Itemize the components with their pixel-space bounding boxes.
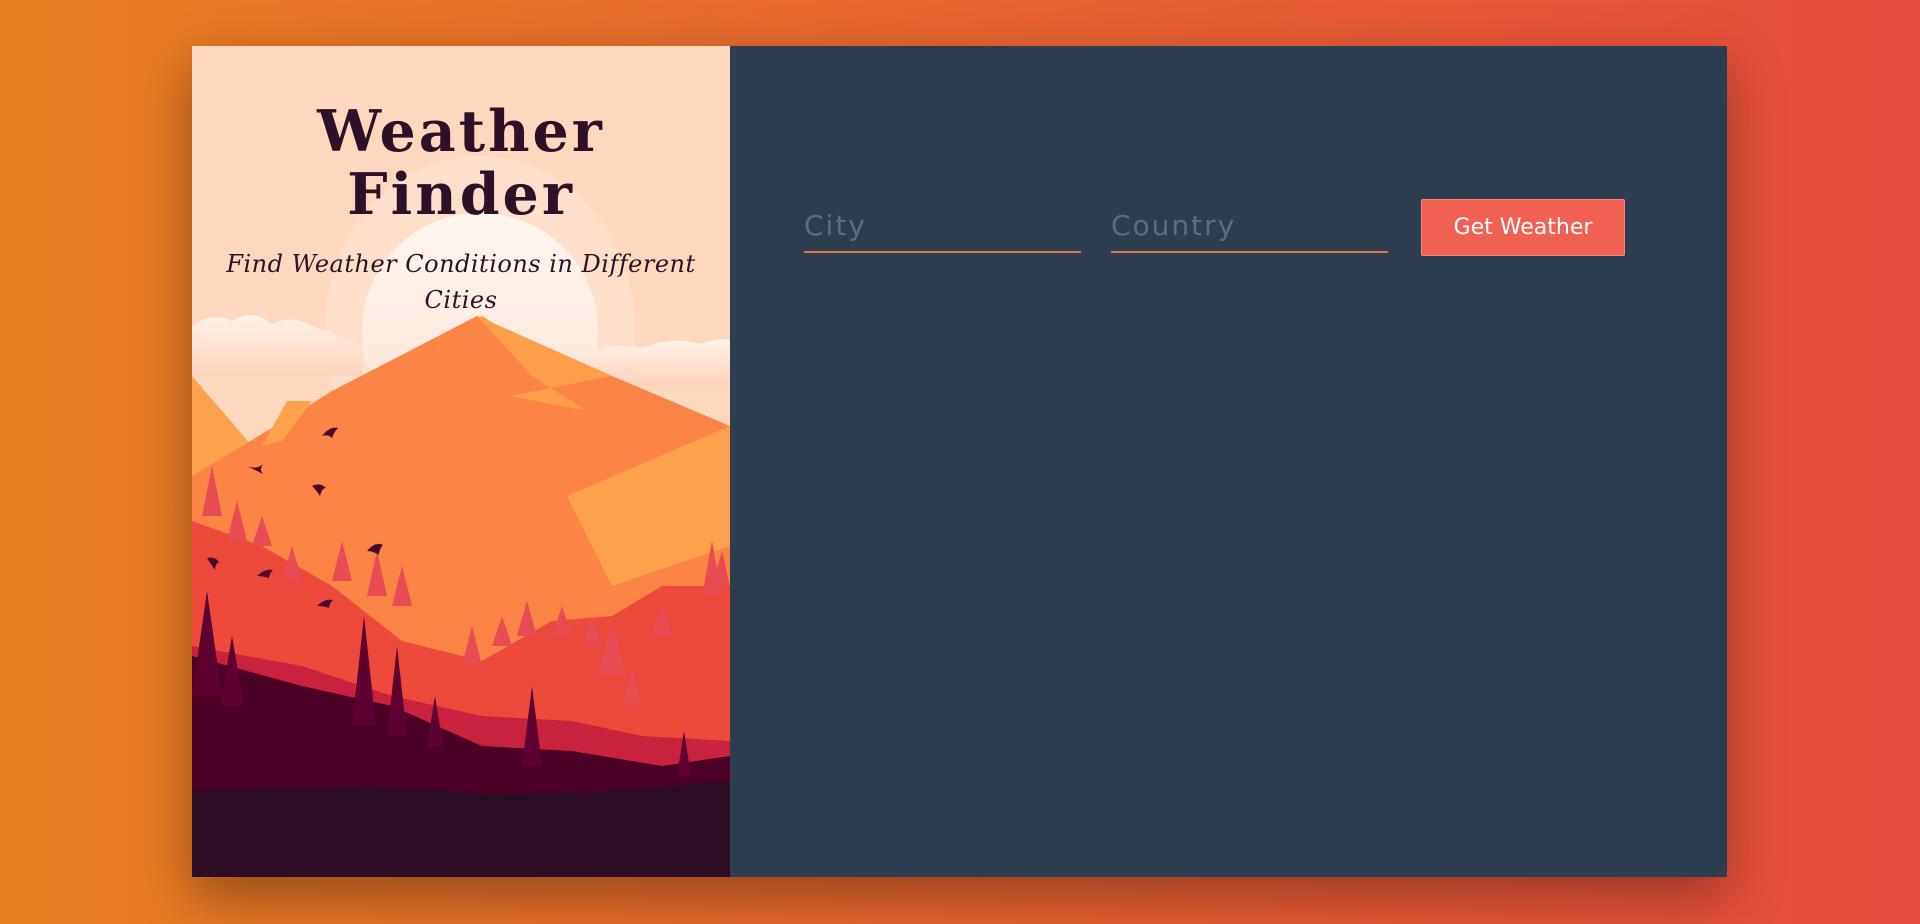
- weather-form: Get Weather: [804, 196, 1625, 256]
- get-weather-button[interactable]: Get Weather: [1421, 199, 1625, 256]
- title-block: Weather Finder Find Weather Conditions i…: [192, 98, 730, 318]
- title-panel: Weather Finder Find Weather Conditions i…: [192, 46, 730, 877]
- country-input[interactable]: [1111, 205, 1388, 253]
- weather-app-card: Weather Finder Find Weather Conditions i…: [192, 46, 1727, 877]
- city-input[interactable]: [804, 205, 1081, 253]
- form-panel: Get Weather: [730, 46, 1727, 877]
- page-subtitle: Find Weather Conditions in Different Cit…: [226, 250, 696, 315]
- page-title: Weather Finder: [317, 98, 605, 228]
